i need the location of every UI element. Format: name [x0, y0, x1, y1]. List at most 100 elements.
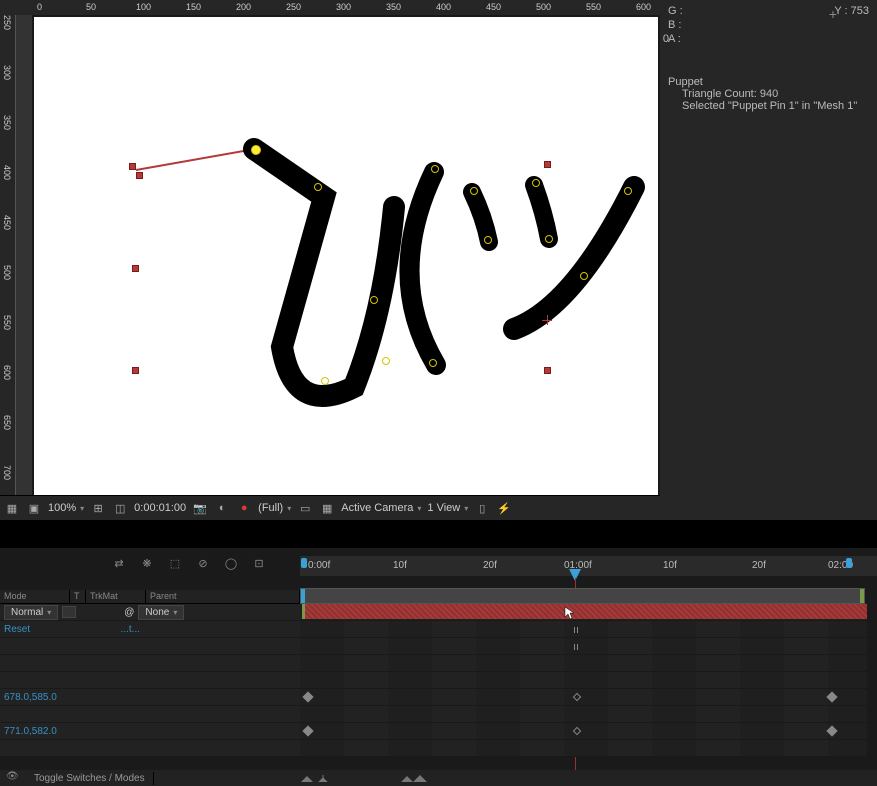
- puppet-pin[interactable]: [545, 235, 553, 243]
- ruler-tick: 350: [2, 115, 12, 130]
- bbox-handle[interactable]: [132, 367, 139, 374]
- reset-link[interactable]: Reset: [4, 624, 30, 635]
- bbox-handle[interactable]: [544, 367, 551, 374]
- view-dropdown[interactable]: 1 View: [427, 502, 468, 514]
- time-mark: 10f: [663, 560, 677, 571]
- puppet-pin[interactable]: [470, 187, 478, 195]
- position-value[interactable]: 678.0,585.0: [4, 692, 57, 703]
- col-parent: Parent: [146, 590, 300, 603]
- always-preview-icon[interactable]: ▦: [4, 500, 20, 516]
- keyframe-hold-icon[interactable]: [573, 727, 581, 735]
- zoom-dropdown[interactable]: 100%: [48, 502, 84, 514]
- puppet-pin[interactable]: [314, 183, 322, 191]
- position-value[interactable]: 771.0,582.0: [4, 726, 57, 737]
- timeline-scrollbar[interactable]: [867, 604, 877, 770]
- puppet-pin[interactable]: [382, 357, 390, 365]
- puppet-pin-selected[interactable]: [251, 145, 261, 155]
- camera-dropdown[interactable]: Active Camera: [341, 502, 421, 514]
- 3d-icon[interactable]: ⬚: [166, 555, 184, 571]
- snapshot-icon[interactable]: 📷: [192, 500, 208, 516]
- bbox-handle[interactable]: [132, 265, 139, 272]
- grid-icon[interactable]: ▦: [319, 500, 335, 516]
- time-mark: 20f: [752, 560, 766, 571]
- ruler-tick: 50: [86, 2, 96, 12]
- track-matte-swatch[interactable]: [62, 606, 76, 618]
- info-y-value: 753: [851, 5, 869, 17]
- shy-icon[interactable]: 👁: [6, 771, 20, 785]
- ruler-vertical-sub: [15, 15, 32, 495]
- property-row: [0, 638, 877, 655]
- toggle-switches-button[interactable]: Toggle Switches / Modes: [26, 772, 154, 785]
- ruler-tick: 250: [286, 2, 301, 12]
- keyframe-hold-icon[interactable]: [573, 693, 581, 701]
- blend-mode-value: Normal: [11, 607, 43, 618]
- timecode-display[interactable]: 0:00:01:00: [134, 502, 186, 514]
- puppet-pin[interactable]: [532, 179, 540, 187]
- puppet-pin[interactable]: [624, 187, 632, 195]
- timeline-zoom[interactable]: [300, 774, 428, 782]
- time-mark: 0:00f: [308, 560, 330, 571]
- blend-mode-dropdown[interactable]: Normal: [4, 605, 58, 620]
- property-row: [0, 672, 877, 689]
- info-a-value: 0: [663, 33, 669, 45]
- switches-icon[interactable]: ⇄: [110, 555, 128, 571]
- transparency-grid-icon[interactable]: ▣: [26, 500, 42, 516]
- layer-bar[interactable]: [302, 604, 875, 619]
- ruler-tick: 300: [336, 2, 351, 12]
- home-icon[interactable]: [318, 774, 332, 782]
- keyframe-icon[interactable]: [826, 725, 837, 736]
- timeline-ruler[interactable]: 0:00f 10f 20f 01:00f 10f 20f 02:00: [300, 556, 877, 576]
- work-area-bar[interactable]: [300, 588, 865, 604]
- bbox-handle[interactable]: [544, 161, 551, 168]
- property-row: [0, 740, 877, 757]
- expression-text[interactable]: ...t...: [121, 624, 140, 635]
- ruler-tick: 600: [636, 2, 651, 12]
- property-row-position[interactable]: 678.0,585.0: [0, 689, 877, 706]
- composition-canvas[interactable]: [34, 17, 658, 495]
- keyframe-icon[interactable]: [826, 691, 837, 702]
- keyframe-icon[interactable]: [302, 691, 313, 702]
- graph-editor-icon[interactable]: ⊡: [250, 555, 268, 571]
- timeline-footer: 👁 Toggle Switches / Modes: [0, 770, 877, 786]
- view-value: 1 View: [427, 502, 460, 514]
- puppet-pin[interactable]: [580, 272, 588, 280]
- fast-preview-icon[interactable]: ⚡: [496, 500, 512, 516]
- property-row-position[interactable]: 771.0,582.0: [0, 723, 877, 740]
- puppet-pin[interactable]: [370, 296, 378, 304]
- puppet-pin[interactable]: [321, 377, 329, 385]
- parent-dropdown[interactable]: None: [138, 605, 184, 620]
- keyframe-icon[interactable]: [302, 725, 313, 736]
- color-mgmt-icon[interactable]: ●: [236, 500, 252, 516]
- property-row-reset[interactable]: Reset ...t...: [0, 621, 877, 638]
- workarea-start-cap[interactable]: [301, 558, 307, 568]
- mask-icon[interactable]: ◫: [112, 500, 128, 516]
- puppet-pin[interactable]: [431, 165, 439, 173]
- layer-row[interactable]: Normal @ None: [0, 604, 877, 621]
- frame-blend-icon[interactable]: ◯: [222, 555, 240, 571]
- puppet-pin[interactable]: [429, 359, 437, 367]
- ruler-tick: 550: [586, 2, 601, 12]
- motion-blur-icon[interactable]: ⊘: [194, 555, 212, 571]
- pixel-aspect-icon[interactable]: ▯: [474, 500, 490, 516]
- marker-icon: [574, 644, 578, 650]
- bbox-handle[interactable]: [129, 163, 136, 170]
- ruler-tick: 500: [536, 2, 551, 12]
- show-channel-icon[interactable]: ◐: [214, 500, 230, 516]
- ruler-vertical[interactable]: 250 300 350 400 450 500 550 600 650 700: [0, 15, 15, 495]
- safe-zones-icon[interactable]: ⊞: [90, 500, 106, 516]
- bbox-handle[interactable]: [136, 172, 143, 179]
- ruler-horizontal[interactable]: 0 50 100 150 200 250 300 350 400 450 500…: [32, 0, 660, 15]
- canvas-container: [34, 17, 658, 495]
- anchor-point-icon[interactable]: [542, 315, 552, 325]
- zoom-in-icon[interactable]: [400, 774, 428, 782]
- ruler-tick: 550: [2, 315, 12, 330]
- workarea-end-cap[interactable]: [846, 558, 852, 568]
- info-section-title: Puppet: [668, 76, 869, 88]
- resolution-dropdown[interactable]: (Full): [258, 502, 291, 514]
- ruler-tick: 300: [2, 65, 12, 80]
- puppet-pin[interactable]: [484, 236, 492, 244]
- render-queue-icon[interactable]: ❋: [138, 555, 156, 571]
- pickwhip-icon[interactable]: @: [124, 607, 134, 618]
- roi-icon[interactable]: ▭: [297, 500, 313, 516]
- zoom-out-icon[interactable]: [300, 774, 314, 782]
